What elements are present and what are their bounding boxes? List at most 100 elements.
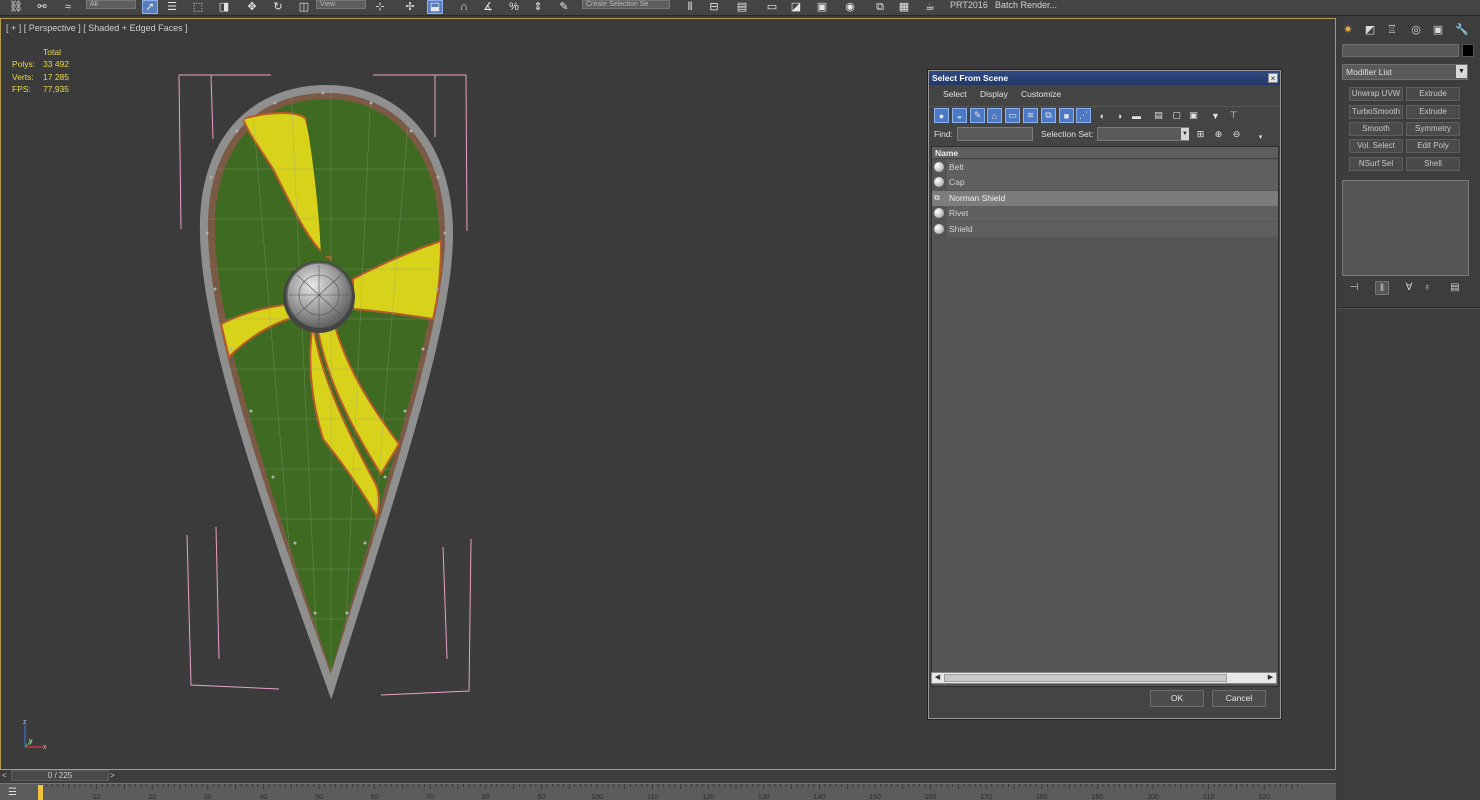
display-frozen-icon[interactable]: ◑ <box>1112 108 1127 123</box>
window-crossing-icon[interactable]: ◨ <box>216 0 232 14</box>
modifier-button-turbosmooth[interactable]: TurboSmooth <box>1349 105 1403 119</box>
modifier-stack-list[interactable] <box>1342 180 1469 276</box>
hierarchy-filter-icon[interactable]: ⊤ <box>1226 108 1241 123</box>
ok-button[interactable]: OK <box>1150 690 1204 707</box>
scene-object-list[interactable]: Name Belt Cap ⧉ Norman Shield Rivet Shie… <box>931 146 1279 687</box>
graphite-toolbar-icon[interactable]: ▭ <box>764 0 780 14</box>
chevron-down-icon[interactable]: ▼ <box>1456 65 1467 78</box>
display-invert-icon[interactable]: ▣ <box>1186 108 1201 123</box>
display-helpers-icon[interactable]: ▭ <box>1005 108 1020 123</box>
scrollbar-thumb[interactable] <box>944 674 1227 682</box>
utilities-tab-icon[interactable]: 🔧 <box>1454 22 1470 36</box>
selection-set-dropdown[interactable] <box>1097 127 1189 141</box>
filter-icon[interactable]: ▼ <box>1208 108 1223 123</box>
scroll-right-icon[interactable]: ▶ <box>1265 673 1276 683</box>
modifier-button-vol-select[interactable]: Vol. Select <box>1349 139 1403 153</box>
list-item[interactable]: Shield <box>932 222 1278 237</box>
select-rotate-icon[interactable]: ↻ <box>270 0 286 14</box>
remove-modifier-icon[interactable]: ♁ <box>1420 281 1434 295</box>
chevron-down-icon[interactable]: ▼ <box>1181 128 1189 140</box>
open-mini-curve-editor-icon[interactable]: ☰ <box>8 786 24 799</box>
rendered-frame-window-icon[interactable]: ▦ <box>896 0 912 14</box>
edit-named-selection-icon[interactable]: ✎ <box>556 0 572 14</box>
display-geometry-icon[interactable]: ● <box>934 108 949 123</box>
list-item-selected[interactable]: ⧉ Norman Shield <box>932 191 1278 206</box>
display-hidden-icon[interactable]: ▬ <box>1129 108 1144 123</box>
unlink-icon[interactable]: ⚯ <box>34 0 50 14</box>
motion-tab-icon[interactable]: ◎ <box>1408 22 1424 36</box>
display-lights-icon[interactable]: ✎ <box>970 108 985 123</box>
viewport-label-menu[interactable]: [ + ] [ Perspective ] [ Shaded + Edged F… <box>6 23 188 33</box>
list-item[interactable]: Rivet <box>932 206 1278 221</box>
modifier-list-dropdown[interactable]: Modifier List <box>1342 64 1468 80</box>
horizontal-scrollbar[interactable]: ◀ ▶ <box>931 672 1277 684</box>
track-bar[interactable]: 10 20 30 40 50 60 70 80 90 100 110 120 130 140 150 160 1… <box>0 783 1336 800</box>
modifier-button-shell[interactable]: Shell <box>1406 157 1460 171</box>
modify-tab-icon[interactable]: ◩ <box>1362 22 1378 36</box>
select-scale-icon[interactable]: ◫ <box>296 0 312 14</box>
configure-modifier-sets-icon[interactable]: ▤ <box>1448 281 1462 295</box>
time-slider-prev-button[interactable]: < <box>2 770 11 781</box>
object-name-field[interactable] <box>1342 44 1459 57</box>
rectangular-selection-icon[interactable]: ⬚ <box>190 0 206 14</box>
select-manipulate-icon[interactable]: ✢ <box>402 0 418 14</box>
list-item[interactable]: Belt <box>932 160 1278 175</box>
mirror-icon[interactable]: ⫴ <box>682 0 698 14</box>
selection-filter-dropdown[interactable]: All <box>86 0 136 9</box>
select-by-name-icon[interactable]: ☰ <box>164 0 180 14</box>
display-tab-icon[interactable]: ▣ <box>1430 22 1446 36</box>
scroll-left-icon[interactable]: ◀ <box>932 673 943 683</box>
time-slider[interactable]: 0 / 225 <box>11 770 109 781</box>
show-end-result-icon[interactable]: ‖ <box>1375 281 1389 295</box>
align-icon[interactable]: ⊟ <box>706 0 722 14</box>
pivot-center-icon[interactable]: ⊹ <box>372 0 388 14</box>
material-editor-icon[interactable]: ◉ <box>842 0 858 14</box>
list-item[interactable]: Cap <box>932 175 1278 190</box>
schematic-view-icon[interactable]: ▣ <box>814 0 830 14</box>
menu-customize[interactable]: Customize <box>1021 87 1061 101</box>
select-move-icon[interactable]: ✥ <box>244 0 260 14</box>
modifier-button-nsurf-sel[interactable]: NSurf Sel <box>1349 157 1403 171</box>
modifier-button-extrude-2[interactable]: Extrude <box>1406 105 1460 119</box>
find-input[interactable] <box>957 127 1033 141</box>
spinner-snap-icon[interactable]: ⇕ <box>530 0 546 14</box>
modifier-button-edit-poly[interactable]: Edit Poly <box>1406 139 1460 153</box>
column-header-name[interactable]: Name <box>932 147 1278 159</box>
modifier-button-unwrap-uvw[interactable]: Unwrap UVW <box>1349 87 1403 101</box>
current-frame-marker[interactable] <box>38 785 43 800</box>
add-to-selection-set-icon[interactable]: ⊕ <box>1211 127 1226 142</box>
display-none-icon[interactable]: ▢ <box>1169 108 1184 123</box>
batch-render-button[interactable]: Batch Render... <box>995 0 1057 10</box>
layer-manager-icon[interactable]: ▤ <box>734 0 750 14</box>
modifier-button-smooth[interactable]: Smooth <box>1349 122 1403 136</box>
display-all-icon[interactable]: ▤ <box>1151 108 1166 123</box>
named-selection-sets-dropdown[interactable]: Create Selection Se <box>582 0 670 9</box>
percent-snap-icon[interactable]: % <box>506 0 522 14</box>
bind-space-warp-icon[interactable]: ≈ <box>60 0 76 14</box>
menu-display[interactable]: Display <box>980 87 1008 101</box>
angle-snap-icon[interactable]: ∡ <box>480 0 496 14</box>
display-shapes-icon[interactable]: ◒ <box>952 108 967 123</box>
prt-plugin-button[interactable]: PRT2016 <box>950 0 988 10</box>
close-icon[interactable]: × <box>1268 73 1278 83</box>
toolbar-overflow-icon[interactable]: ▾ <box>1253 129 1268 144</box>
display-cameras-icon[interactable]: ⌂ <box>987 108 1002 123</box>
render-production-icon[interactable]: ☕ <box>922 0 938 14</box>
display-xrefs-icon[interactable]: ■ <box>1059 108 1074 123</box>
display-groups-icon[interactable]: ⧉ <box>1041 108 1056 123</box>
keyboard-shortcut-override-icon[interactable]: ⬓ <box>427 0 443 14</box>
modifier-button-symmetry[interactable]: Symmetry <box>1406 122 1460 136</box>
select-object-icon[interactable]: ➚ <box>142 0 158 14</box>
menu-select[interactable]: Select <box>943 87 967 101</box>
render-setup-icon[interactable]: ⧉ <box>872 0 888 14</box>
curve-editor-icon[interactable]: ◪ <box>788 0 804 14</box>
modifier-button-extrude[interactable]: Extrude <box>1406 87 1460 101</box>
hierarchy-tab-icon[interactable]: ♖ <box>1384 22 1400 36</box>
object-color-swatch[interactable] <box>1462 44 1474 57</box>
remove-from-selection-set-icon[interactable]: ⊖ <box>1229 127 1244 142</box>
display-containers-icon[interactable]: ◐ <box>1095 108 1110 123</box>
snaps-toggle-icon[interactable]: ∩ <box>456 0 472 14</box>
create-selection-set-icon[interactable]: ⊞ <box>1193 127 1208 142</box>
create-tab-icon[interactable]: ✷ <box>1340 22 1356 36</box>
reference-coordinate-dropdown[interactable]: View <box>316 0 366 9</box>
